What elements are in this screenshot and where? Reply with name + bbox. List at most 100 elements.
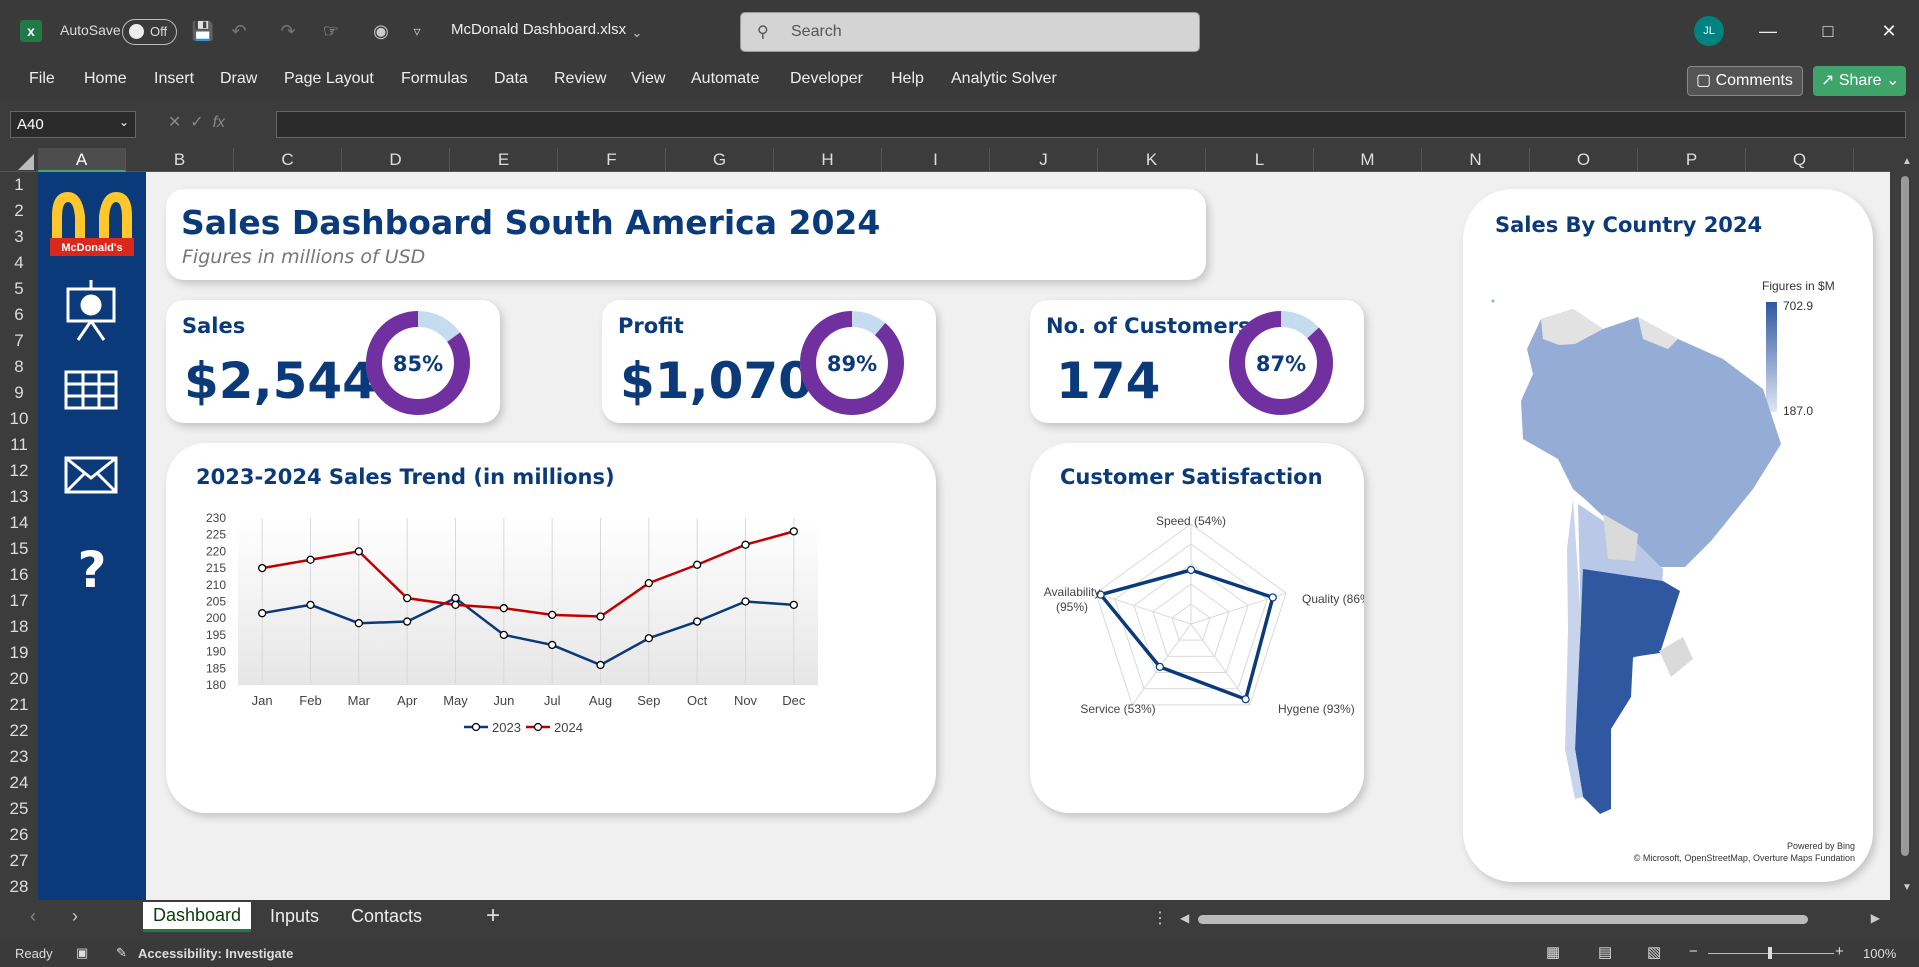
avatar[interactable]: JL	[1694, 16, 1724, 46]
more-options-icon[interactable]: ⋮	[1152, 908, 1168, 928]
tab-dashboard[interactable]: Dashboard	[143, 902, 252, 932]
search-box[interactable]: ⚲ Search	[740, 12, 1200, 52]
zoom-in-icon[interactable]: +	[1835, 943, 1844, 960]
column-header[interactable]: H	[774, 148, 882, 172]
row-header[interactable]: 10	[0, 406, 38, 432]
row-header[interactable]: 23	[0, 744, 38, 770]
autosave-toggle[interactable]: Off	[122, 19, 177, 45]
mail-icon[interactable]	[64, 456, 118, 494]
row-header[interactable]: 5	[0, 276, 38, 302]
maximize-icon[interactable]: □	[1815, 18, 1841, 44]
column-header[interactable]: M	[1314, 148, 1422, 172]
tab-inputs[interactable]: Inputs	[270, 906, 319, 927]
horizontal-scrollbar[interactable]: ◀ ▶	[1180, 911, 1880, 926]
help-icon[interactable]: ?	[77, 541, 106, 599]
column-header[interactable]: F	[558, 148, 666, 172]
file-name[interactable]: McDonald Dashboard.xlsx	[451, 21, 626, 38]
customize-toolbar-icon[interactable]: ▿	[404, 18, 430, 44]
zoom-slider-thumb[interactable]	[1768, 947, 1772, 959]
vertical-scrollbar[interactable]: ▲ ▼	[1890, 148, 1919, 900]
scroll-left-icon[interactable]: ◀	[1180, 911, 1189, 925]
row-header[interactable]: 6	[0, 302, 38, 328]
accessibility-icon[interactable]: ✎	[116, 945, 127, 961]
menu-page-layout[interactable]: Page Layout	[284, 70, 374, 88]
tab-contacts[interactable]: Contacts	[351, 906, 422, 927]
menu-home[interactable]: Home	[84, 70, 127, 88]
chevron-down-icon[interactable]: ⌄	[119, 115, 129, 129]
column-header[interactable]: E	[450, 148, 558, 172]
row-header[interactable]: 4	[0, 250, 38, 276]
row-header[interactable]: 15	[0, 536, 38, 562]
column-header[interactable]: P	[1638, 148, 1746, 172]
row-header[interactable]: 25	[0, 796, 38, 822]
column-header[interactable]: I	[882, 148, 990, 172]
row-header[interactable]: 3	[0, 224, 38, 250]
row-header[interactable]: 16	[0, 562, 38, 588]
zoom-slider[interactable]	[1708, 947, 1834, 959]
touch-mode-icon[interactable]: ☞	[318, 18, 344, 44]
scroll-up-icon[interactable]: ▲	[1902, 156, 1912, 167]
column-header[interactable]: O	[1530, 148, 1638, 172]
zoom-out-icon[interactable]: −	[1689, 943, 1698, 960]
column-header[interactable]: C	[234, 148, 342, 172]
row-header[interactable]: 7	[0, 328, 38, 354]
scroll-down-icon[interactable]: ▼	[1902, 882, 1912, 893]
add-sheet-icon[interactable]: +	[486, 902, 500, 930]
menu-formulas[interactable]: Formulas	[401, 70, 468, 88]
name-box[interactable]: A40 ⌄	[10, 111, 136, 138]
row-header[interactable]: 9	[0, 380, 38, 406]
accessibility-status[interactable]: Accessibility: Investigate	[138, 946, 293, 961]
row-header[interactable]: 19	[0, 640, 38, 666]
column-header[interactable]: D	[342, 148, 450, 172]
table-icon[interactable]	[64, 370, 118, 410]
column-header[interactable]: J	[990, 148, 1098, 172]
save-icon[interactable]: 💾	[190, 18, 216, 44]
menu-file[interactable]: File	[29, 70, 55, 88]
normal-view-icon[interactable]: ▦	[1546, 943, 1560, 961]
presentation-icon[interactable]	[66, 280, 116, 341]
menu-insert[interactable]: Insert	[154, 70, 194, 88]
worksheet[interactable]: McDonald's ? Sales Dashboard South Ameri…	[38, 172, 1890, 900]
column-header[interactable]: A	[38, 148, 126, 172]
row-header[interactable]: 21	[0, 692, 38, 718]
menu-analytic-solver[interactable]: Analytic Solver	[951, 70, 1057, 88]
row-header[interactable]: 22	[0, 718, 38, 744]
row-header[interactable]: 2	[0, 198, 38, 224]
column-header[interactable]: B	[126, 148, 234, 172]
chevron-down-icon[interactable]: ⌄	[624, 20, 650, 46]
menu-help[interactable]: Help	[891, 70, 924, 88]
scrollbar-thumb[interactable]	[1901, 176, 1909, 856]
menu-data[interactable]: Data	[494, 70, 528, 88]
menu-review[interactable]: Review	[554, 70, 606, 88]
row-header[interactable]: 13	[0, 484, 38, 510]
row-header[interactable]: 26	[0, 822, 38, 848]
row-header[interactable]: 8	[0, 354, 38, 380]
formula-input[interactable]	[276, 111, 1906, 138]
column-header[interactable]: N	[1422, 148, 1530, 172]
prev-sheet-icon[interactable]: ‹	[30, 906, 36, 927]
close-icon[interactable]: ✕	[1876, 18, 1902, 44]
h-scrollbar-thumb[interactable]	[1198, 915, 1808, 924]
comments-button[interactable]: ▢ Comments	[1687, 66, 1803, 96]
row-header[interactable]: 20	[0, 666, 38, 692]
row-header[interactable]: 28	[0, 874, 38, 900]
menu-view[interactable]: View	[631, 70, 665, 88]
row-header[interactable]: 27	[0, 848, 38, 874]
row-header[interactable]: 17	[0, 588, 38, 614]
menu-automate[interactable]: Automate	[691, 70, 759, 88]
zoom-level[interactable]: 100%	[1863, 946, 1896, 961]
page-break-view-icon[interactable]: ▧	[1647, 943, 1661, 961]
undo-icon[interactable]: ↶	[226, 18, 252, 44]
row-header[interactable]: 24	[0, 770, 38, 796]
minimize-icon[interactable]: —	[1755, 18, 1781, 44]
menu-developer[interactable]: Developer	[790, 70, 863, 88]
column-header[interactable]: L	[1206, 148, 1314, 172]
row-header[interactable]: 11	[0, 432, 38, 458]
page-layout-view-icon[interactable]: ▤	[1598, 943, 1612, 961]
column-header[interactable]: K	[1098, 148, 1206, 172]
column-header[interactable]: G	[666, 148, 774, 172]
record-icon[interactable]: ◉	[368, 18, 394, 44]
menu-draw[interactable]: Draw	[220, 70, 257, 88]
next-sheet-icon[interactable]: ›	[72, 906, 78, 927]
row-header[interactable]: 1	[0, 172, 38, 198]
